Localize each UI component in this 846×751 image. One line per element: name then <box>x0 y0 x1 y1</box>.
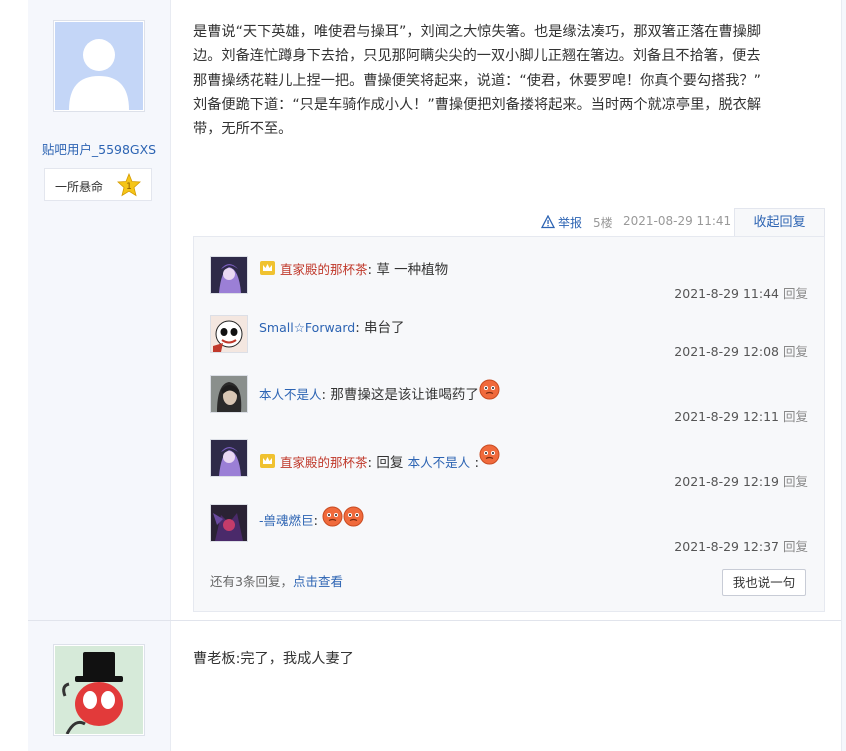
reply-time: 2021-8-29 12:19 <box>674 474 779 489</box>
post-divider <box>28 620 841 621</box>
reply-button[interactable]: 回复 <box>783 286 808 301</box>
vip-crown-icon <box>260 454 275 468</box>
add-comment-button[interactable]: 我也说一句 <box>722 569 806 596</box>
reply-text: 回复 <box>372 455 408 471</box>
angry-face-emoji <box>322 506 343 527</box>
default-avatar[interactable] <box>53 20 145 112</box>
more-replies: 还有3条回复，点击查看 <box>210 571 343 590</box>
badge-level: 1 <box>126 182 132 192</box>
post-line: 带，无所不至。 <box>193 121 293 138</box>
dark-character-avatar-icon <box>211 505 247 541</box>
reply-mention[interactable]: 本人不是人 <box>408 455 471 470</box>
reply-line: Small☆Forward: 串台了 <box>259 316 405 336</box>
reply-meta: 2021-8-29 12:19 回复 <box>674 471 808 490</box>
anime-avatar-icon <box>211 440 247 476</box>
default-avatar-icon <box>55 22 143 110</box>
collapse-replies-button[interactable]: 收起回复 <box>734 208 825 237</box>
post-body: 是曹说“天下英雄，唯使君与操耳”，刘闻之大惊失箸。也是缘法凑巧，那双箸正落在曹操… <box>193 20 813 141</box>
author-username[interactable]: 贴吧用户_5598GXS <box>28 139 170 158</box>
reply-username[interactable]: 直家殿的那杯茶 <box>280 455 368 470</box>
star-level-icon: 1 <box>117 173 141 197</box>
user-avatar[interactable] <box>53 644 145 736</box>
badge-title: 一所悬命 <box>55 180 104 194</box>
reply-time: 2021-8-29 12:08 <box>674 344 779 359</box>
reply-avatar[interactable] <box>210 315 248 353</box>
reply-username[interactable]: -兽魂燃巨 <box>259 513 314 528</box>
floor-number: 5楼 <box>593 216 613 230</box>
level-badge[interactable]: 一所悬命 1 <box>44 168 152 201</box>
post-line: 那曹操绣花鞋儿上捏一把。曹操便笑将起来，说道：“使君，休要罗唣！你真个要勾搭我？… <box>193 72 762 89</box>
angry-face-emoji <box>479 379 500 400</box>
report-link[interactable]: 举报 <box>558 214 582 231</box>
reply-line: 直家殿的那杯茶: 草 一种植物 <box>259 258 448 278</box>
reply-avatar[interactable] <box>210 256 248 294</box>
reply-username[interactable]: 本人不是人 <box>259 387 322 402</box>
post-line: 边。刘备连忙蹲身下去拾，只见那阿瞒尖尖的一双小脚儿正翘在箸边。刘备且不拾箸，便去 <box>193 48 761 65</box>
reply-avatar[interactable] <box>210 504 248 542</box>
reply-meta: 2021-8-29 12:08 回复 <box>674 341 808 360</box>
portrait-avatar-icon <box>211 376 247 412</box>
reply-time: 2021-8-29 11:44 <box>674 286 779 301</box>
post-body: 曹老板:完了，我成人妻了 <box>193 647 813 671</box>
anime-avatar-icon <box>211 257 247 293</box>
vip-crown-icon <box>260 261 275 275</box>
reply-avatar[interactable] <box>210 375 248 413</box>
reply-text-tail: : <box>470 455 480 471</box>
reply-button[interactable]: 回复 <box>783 539 808 554</box>
post-line: 是曹说“天下英雄，唯使君与操耳”，刘闻之大惊失箸。也是缘法凑巧，那双箸正落在曹操… <box>193 24 762 40</box>
post-time: 2021-08-29 11:41 <box>623 214 732 228</box>
reply-time: 2021-8-29 12:37 <box>674 539 779 554</box>
reply-meta: 2021-8-29 12:37 回复 <box>674 536 808 555</box>
reply-button[interactable]: 回复 <box>783 409 808 424</box>
view-more-link[interactable]: 点击查看 <box>293 574 343 589</box>
angry-face-emoji <box>479 444 500 465</box>
post-line: 刘备便跪下道：“只是车骑作成小人！”曹操便把刘备搂将起来。当时两个就凉亭里，脱衣… <box>193 96 762 113</box>
warning-triangle-icon[interactable] <box>541 215 555 229</box>
reply-button[interactable]: 回复 <box>783 474 808 489</box>
right-border <box>841 0 846 751</box>
reply-time: 2021-8-29 12:11 <box>674 409 779 424</box>
more-replies-text: 还有3条回复， <box>210 574 293 589</box>
reply-text: 串台了 <box>359 320 405 336</box>
reply-text: 那曹操这是该让谁喝药了 <box>326 387 479 403</box>
reply-line: 直家殿的那杯茶: 回复 本人不是人 : <box>259 444 500 471</box>
reply-avatar[interactable] <box>210 439 248 477</box>
reply-text: 草 一种植物 <box>372 262 449 278</box>
reply-meta: 2021-8-29 11:44 回复 <box>674 283 808 302</box>
reply-line: -兽魂燃巨: <box>259 506 364 529</box>
reply-meta: 2021-8-29 12:11 回复 <box>674 406 808 425</box>
post-line: 曹老板:完了，我成人妻了 <box>193 651 354 667</box>
angry-face-emoji <box>343 506 364 527</box>
reply-username[interactable]: Small☆Forward <box>259 320 355 335</box>
cartoon-avatar-icon <box>55 646 143 735</box>
reply-button[interactable]: 回复 <box>783 344 808 359</box>
reply-line: 本人不是人: 那曹操这是该让谁喝药了 <box>259 379 500 403</box>
reply-username[interactable]: 直家殿的那杯茶 <box>280 262 368 277</box>
masked-character-avatar-icon <box>211 316 247 352</box>
